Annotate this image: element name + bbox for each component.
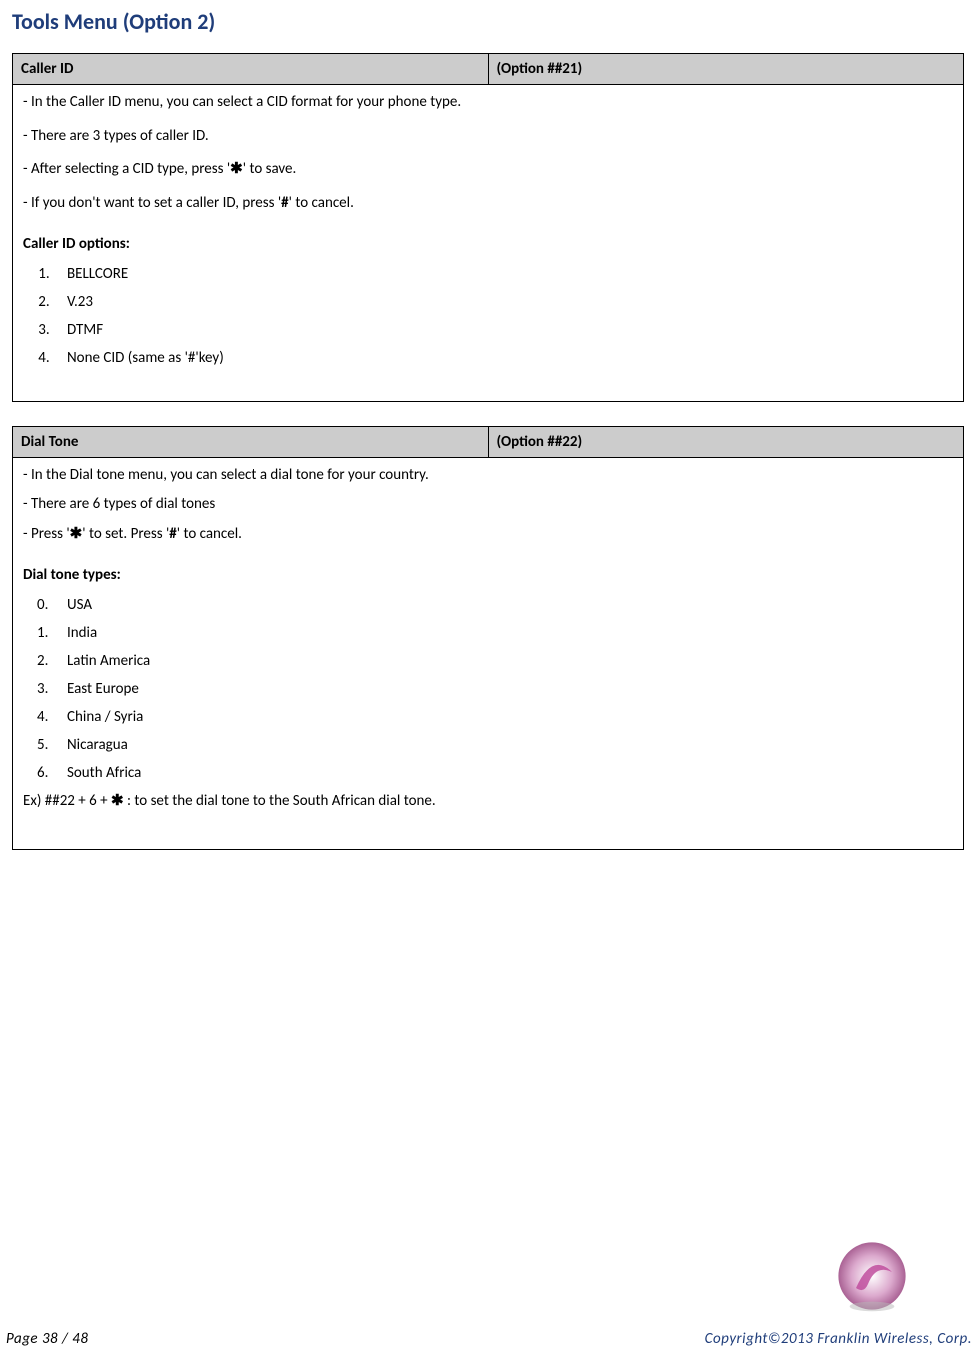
caller-id-header-option: (Option ##21) — [488, 54, 964, 85]
dial-tone-options-list: USA India Latin America East Europe Chin… — [53, 596, 953, 782]
dial-tone-line: - Press '✱' to set. Press '#' to cancel. — [23, 525, 953, 545]
caller-id-subhead: Caller ID options: — [23, 235, 953, 255]
caller-id-options-list: BELLCORE V.23 DTMF None CID (same as '#'… — [53, 265, 953, 367]
dial-tone-subhead: Dial tone types: — [23, 566, 953, 586]
caller-id-header-name: Caller ID — [13, 54, 489, 85]
list-item: None CID (same as '#'key) — [53, 349, 953, 367]
caller-id-line: - If you don't want to set a caller ID, … — [23, 194, 953, 214]
dial-tone-line: - There are 6 types of dial tones — [23, 495, 953, 515]
list-item: DTMF — [53, 321, 953, 339]
page-footer: Page 38 / 48 Copyright©2013 Franklin Wir… — [0, 1270, 976, 1348]
dial-tone-header-option: (Option ##22) — [488, 426, 964, 457]
dial-tone-body: - In the Dial tone menu, you can select … — [23, 466, 953, 812]
list-item: East Europe — [53, 680, 953, 698]
list-item: China / Syria — [53, 708, 953, 726]
caller-id-line: - After selecting a CID type, press '✱' … — [23, 160, 953, 180]
footer-page-number: Page 38 / 48 — [6, 1330, 88, 1348]
dial-tone-example: Ex) ##22 + 6 + ✱ : to set the dial tone … — [23, 792, 953, 812]
caller-id-table: Caller ID (Option ##21) - In the Caller … — [12, 53, 964, 402]
page-title: Tools Menu (Option 2) — [12, 8, 964, 35]
dial-tone-subhead-text: Dial tone types: — [23, 566, 121, 584]
caller-id-body: - In the Caller ID menu, you can select … — [23, 93, 953, 367]
list-item: USA — [53, 596, 953, 614]
dial-tone-header-name: Dial Tone — [13, 426, 489, 457]
list-item: Nicaragua — [53, 736, 953, 754]
list-item: V.23 — [53, 293, 953, 311]
list-item: South Africa — [53, 764, 953, 782]
list-item: BELLCORE — [53, 265, 953, 283]
footer-copyright: Copyright©2013 Franklin Wireless, Corp. — [705, 1330, 972, 1348]
company-logo-icon — [832, 1236, 912, 1316]
caller-id-line: - There are 3 types of caller ID. — [23, 127, 953, 147]
list-item: Latin America — [53, 652, 953, 670]
dial-tone-table: Dial Tone (Option ##22) - In the Dial to… — [12, 426, 964, 851]
dial-tone-line: - In the Dial tone menu, you can select … — [23, 466, 953, 486]
caller-id-line: - In the Caller ID menu, you can select … — [23, 93, 953, 113]
list-item: India — [53, 624, 953, 642]
